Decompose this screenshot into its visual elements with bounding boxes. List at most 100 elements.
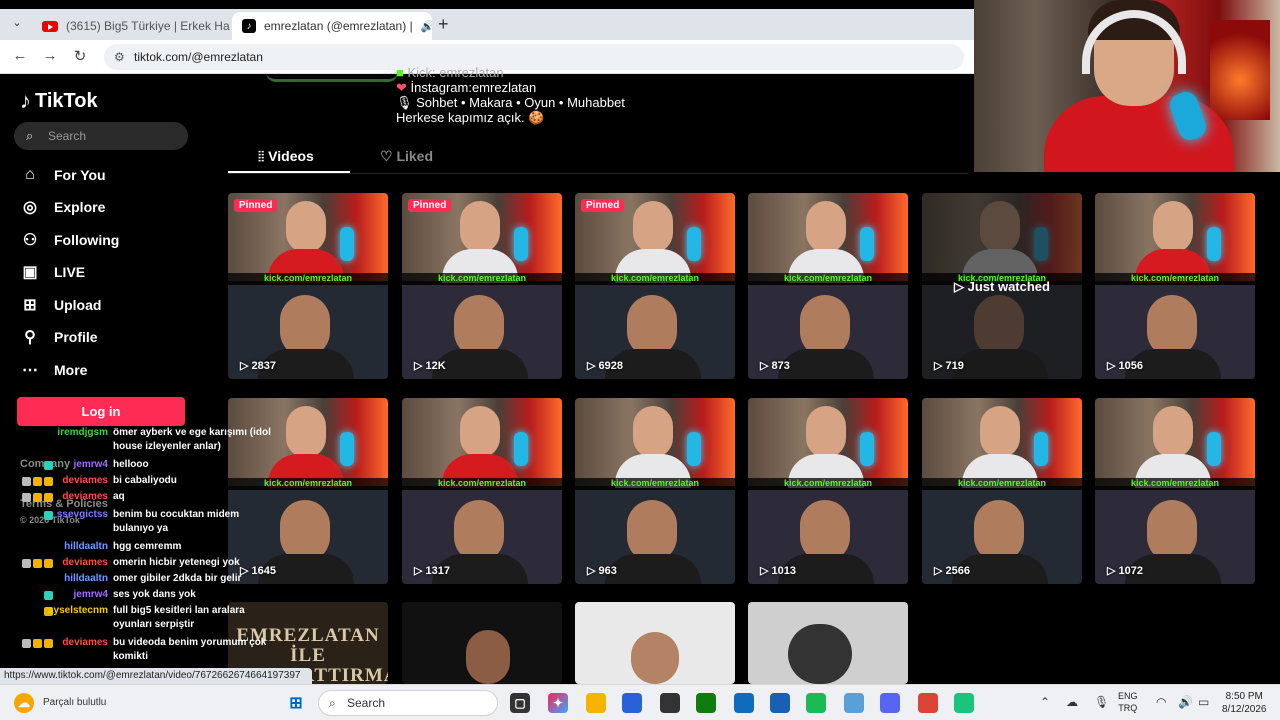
guest-figure bbox=[800, 295, 850, 357]
guest-figure bbox=[627, 500, 677, 562]
view-count-value: 1317 bbox=[425, 565, 450, 577]
video-card[interactable]: kick.com/emrezlatan ▷ 1013 bbox=[748, 398, 908, 584]
battery-icon[interactable]: ▭ bbox=[1198, 695, 1209, 709]
chat-text: bi cabaliyodu bbox=[113, 475, 177, 486]
spotify-icon[interactable] bbox=[806, 693, 826, 713]
video-thumbnail-streamer bbox=[922, 193, 1082, 283]
video-card[interactable]: kick.com/emrezlatan Pinned ▷ 2837 bbox=[228, 193, 388, 379]
taskbar-search-input[interactable]: ⌕ Search bbox=[318, 690, 498, 716]
video-card[interactable]: kick.com/emrezlatan ▷ 1056 bbox=[1095, 193, 1255, 379]
editor-icon[interactable] bbox=[770, 693, 790, 713]
xbox-icon[interactable] bbox=[696, 693, 716, 713]
video-card[interactable]: kick.com/emrezlatan ▷ 963 bbox=[575, 398, 735, 584]
speaker-icon[interactable]: 🔊 bbox=[421, 20, 432, 33]
chevron-up-icon[interactable]: ⌃ bbox=[1040, 695, 1050, 709]
chat-text: ses yok dans yok bbox=[113, 589, 196, 600]
sidebar-item-more[interactable]: ⋯ More bbox=[20, 358, 87, 382]
view-count: ▷ 1072 bbox=[1107, 564, 1143, 577]
video-card[interactable]: kick.com/emrezlatan ▷ 873 bbox=[748, 193, 908, 379]
video-card[interactable]: kick.com/emrezlatan ▷ 1072 bbox=[1095, 398, 1255, 584]
weather-text[interactable]: Parçalı bulutlu bbox=[43, 697, 106, 708]
login-button[interactable]: Log in bbox=[17, 397, 185, 426]
clock[interactable]: 8:50 PM 8/12/2026 bbox=[1222, 690, 1267, 716]
file-explorer-icon[interactable] bbox=[586, 693, 606, 713]
store-icon[interactable] bbox=[622, 693, 642, 713]
tab-videos[interactable]: ⦙⦙ Videos bbox=[258, 148, 314, 165]
new-tab-button[interactable]: + bbox=[438, 14, 449, 35]
microphone bbox=[340, 227, 354, 261]
video-card[interactable]: kick.com/emrezlatan Pinned ▷ 12K bbox=[402, 193, 562, 379]
site-info-icon[interactable]: ⚙ bbox=[114, 44, 125, 70]
outlook-icon[interactable] bbox=[734, 693, 754, 713]
volume-icon[interactable]: 🔊 bbox=[1178, 695, 1193, 709]
sidebar-item-upload[interactable]: ⊞ Upload bbox=[20, 293, 101, 317]
video-thumbnail-streamer bbox=[1095, 398, 1255, 488]
sidebar-item-label: For You bbox=[54, 167, 106, 183]
search-input[interactable]: ⌕ Search bbox=[14, 122, 188, 150]
sidebar-item-profile[interactable]: ⚲ Profile bbox=[20, 325, 97, 349]
fireplace-poster bbox=[1210, 20, 1270, 120]
wifi-icon[interactable]: ◠ bbox=[1156, 695, 1166, 709]
tab-search-menu-icon[interactable]: ⌄ bbox=[8, 16, 26, 34]
chrome-icon[interactable] bbox=[918, 693, 938, 713]
weather-icon[interactable]: ☁ bbox=[14, 693, 34, 713]
url-field[interactable]: ⚙ tiktok.com/@emrezlatan bbox=[104, 44, 964, 70]
chat-username: deviames bbox=[62, 557, 108, 568]
tiktok-logo[interactable]: ♪ TikTok bbox=[20, 88, 98, 114]
sidebar-item-explore[interactable]: ◎ Explore bbox=[20, 195, 105, 219]
task-view-icon[interactable]: ▢ bbox=[510, 693, 530, 713]
play-icon: ▷ bbox=[934, 360, 946, 372]
pinned-badge: Pinned bbox=[234, 199, 278, 212]
language-indicator[interactable]: ENG TRQ bbox=[1118, 690, 1138, 714]
video-card[interactable]: kick.com/emrezlatan ▷ Just watched ▷ 719 bbox=[922, 193, 1082, 379]
video-card[interactable] bbox=[575, 602, 735, 684]
video-card[interactable]: kick.com/emrezlatan ▷ 2566 bbox=[922, 398, 1082, 584]
forward-icon[interactable]: → bbox=[40, 47, 60, 64]
chat-text: hellooo bbox=[113, 459, 149, 470]
bio-instagram: ❤ İnstagram:emrezlatan bbox=[396, 80, 536, 96]
microphone bbox=[1034, 227, 1048, 261]
video-card[interactable] bbox=[748, 602, 908, 684]
kick-url-banner: kick.com/emrezlatan bbox=[1095, 478, 1255, 490]
view-count: ▷ 1317 bbox=[414, 564, 450, 577]
tab-tiktok[interactable]: ♪ emrezlatan (@emrezlatan) | 🔊 ✕ bbox=[232, 12, 432, 40]
play-icon: ▷ bbox=[240, 360, 252, 372]
sidebar-item-label: LIVE bbox=[54, 264, 86, 280]
play-icon: ▷ bbox=[587, 360, 599, 372]
guest-figure bbox=[627, 295, 677, 357]
tab-youtube[interactable]: (3615) Big5 Türkiye | Erkek Haz ✕ bbox=[32, 12, 230, 40]
url-text: tiktok.com/@emrezlatan bbox=[134, 50, 263, 64]
network-icon[interactable]: ☁ bbox=[1066, 695, 1078, 709]
view-count-value: 2566 bbox=[945, 565, 970, 577]
video-card[interactable]: kick.com/emrezlatan Pinned ▷ 6928 bbox=[575, 193, 735, 379]
chat-username: deviames bbox=[62, 491, 108, 502]
chat-username: jemrw4 bbox=[73, 459, 108, 470]
tab-liked[interactable]: ♡ Liked bbox=[380, 148, 433, 165]
streamer-figure bbox=[980, 201, 1020, 253]
streamer-figure bbox=[806, 201, 846, 253]
video-card[interactable]: kick.com/emrezlatan ▷ 1317 bbox=[402, 398, 562, 584]
sidebar-item-following[interactable]: ⚇ Following bbox=[20, 228, 120, 252]
chat-username: deviames bbox=[62, 475, 108, 486]
back-icon[interactable]: ← bbox=[10, 47, 30, 64]
discord-icon[interactable] bbox=[880, 693, 900, 713]
sidebar-item-live[interactable]: ▣ LIVE bbox=[20, 260, 85, 284]
chat-text: omer gibiler 2dkda bir gelir bbox=[113, 573, 242, 584]
chat-text: benim bu cocuktan midem bulanıyo ya bbox=[113, 509, 240, 534]
chat-username: deviames bbox=[62, 637, 108, 648]
start-icon[interactable]: ⊞ bbox=[286, 693, 306, 713]
microphone-icon[interactable]: 🎙 bbox=[1094, 695, 1109, 709]
video-card[interactable] bbox=[402, 602, 562, 684]
sidebar-item-for-you[interactable]: ⌂ For You bbox=[20, 163, 106, 187]
reload-icon[interactable]: ↻ bbox=[70, 47, 90, 65]
obs-icon[interactable] bbox=[954, 693, 974, 713]
chat-username: ssevgictss bbox=[56, 509, 108, 520]
copilot-icon[interactable]: ✦ bbox=[548, 693, 568, 713]
cube-icon[interactable] bbox=[660, 693, 680, 713]
settings-app-icon[interactable] bbox=[844, 693, 864, 713]
avatar-ring bbox=[266, 72, 398, 82]
browser-tab-bar: ⌄ (3615) Big5 Türkiye | Erkek Haz ✕ ♪ em… bbox=[0, 0, 974, 40]
guest-body bbox=[952, 349, 1048, 379]
time-text: 8:50 PM bbox=[1225, 691, 1263, 702]
play-icon: ▷ bbox=[587, 565, 599, 577]
